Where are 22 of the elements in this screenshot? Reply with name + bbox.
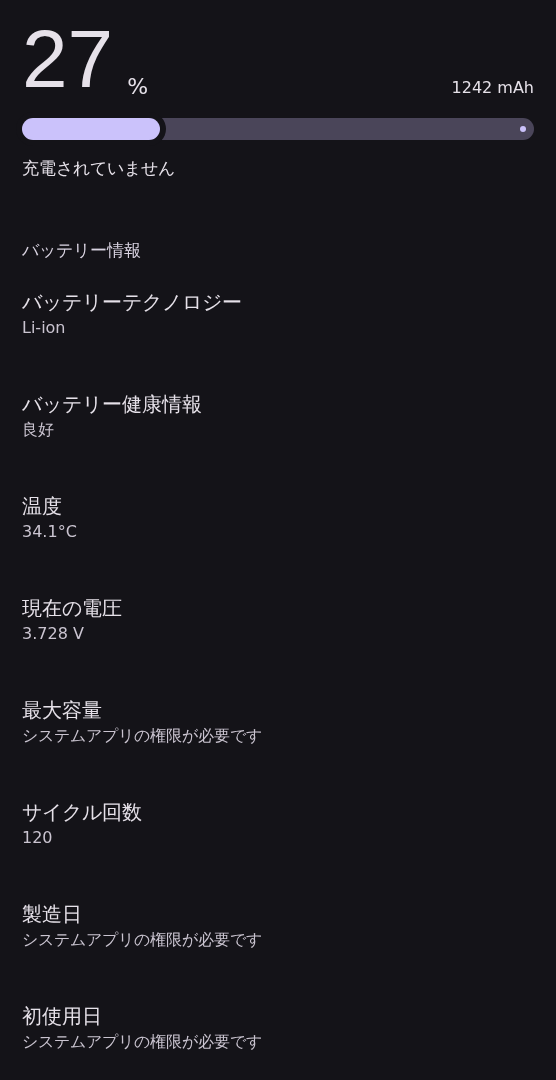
info-value: システムアプリの権限が必要です	[22, 929, 263, 951]
battery-capacity: 1242 mAh	[451, 80, 534, 96]
battery-percentage: 27	[22, 18, 114, 100]
section-header: バッテリー情報	[22, 239, 142, 262]
info-value: システムアプリの権限が必要です	[22, 725, 263, 747]
info-title: 温度	[22, 493, 63, 520]
info-title: 初使用日	[22, 1003, 103, 1030]
info-value: 良好	[22, 419, 55, 441]
info-value: 34.1°C	[22, 521, 78, 543]
stop-indicator-icon	[520, 126, 526, 132]
percent-unit: %	[127, 76, 149, 98]
info-title: バッテリーテクノロジー	[22, 289, 243, 316]
info-value: 3.728 V	[22, 623, 85, 645]
info-title: 現在の電圧	[22, 595, 123, 622]
charging-status: 充電されていません	[22, 157, 176, 180]
info-title: 最大容量	[22, 697, 103, 724]
info-title: 製造日	[22, 901, 83, 928]
info-value: システムアプリの権限が必要です	[22, 1031, 263, 1053]
info-value: 120	[22, 827, 54, 849]
info-title: サイクル回数	[22, 799, 143, 826]
info-value: Li-ion	[22, 317, 67, 339]
info-title: バッテリー健康情報	[22, 391, 203, 418]
